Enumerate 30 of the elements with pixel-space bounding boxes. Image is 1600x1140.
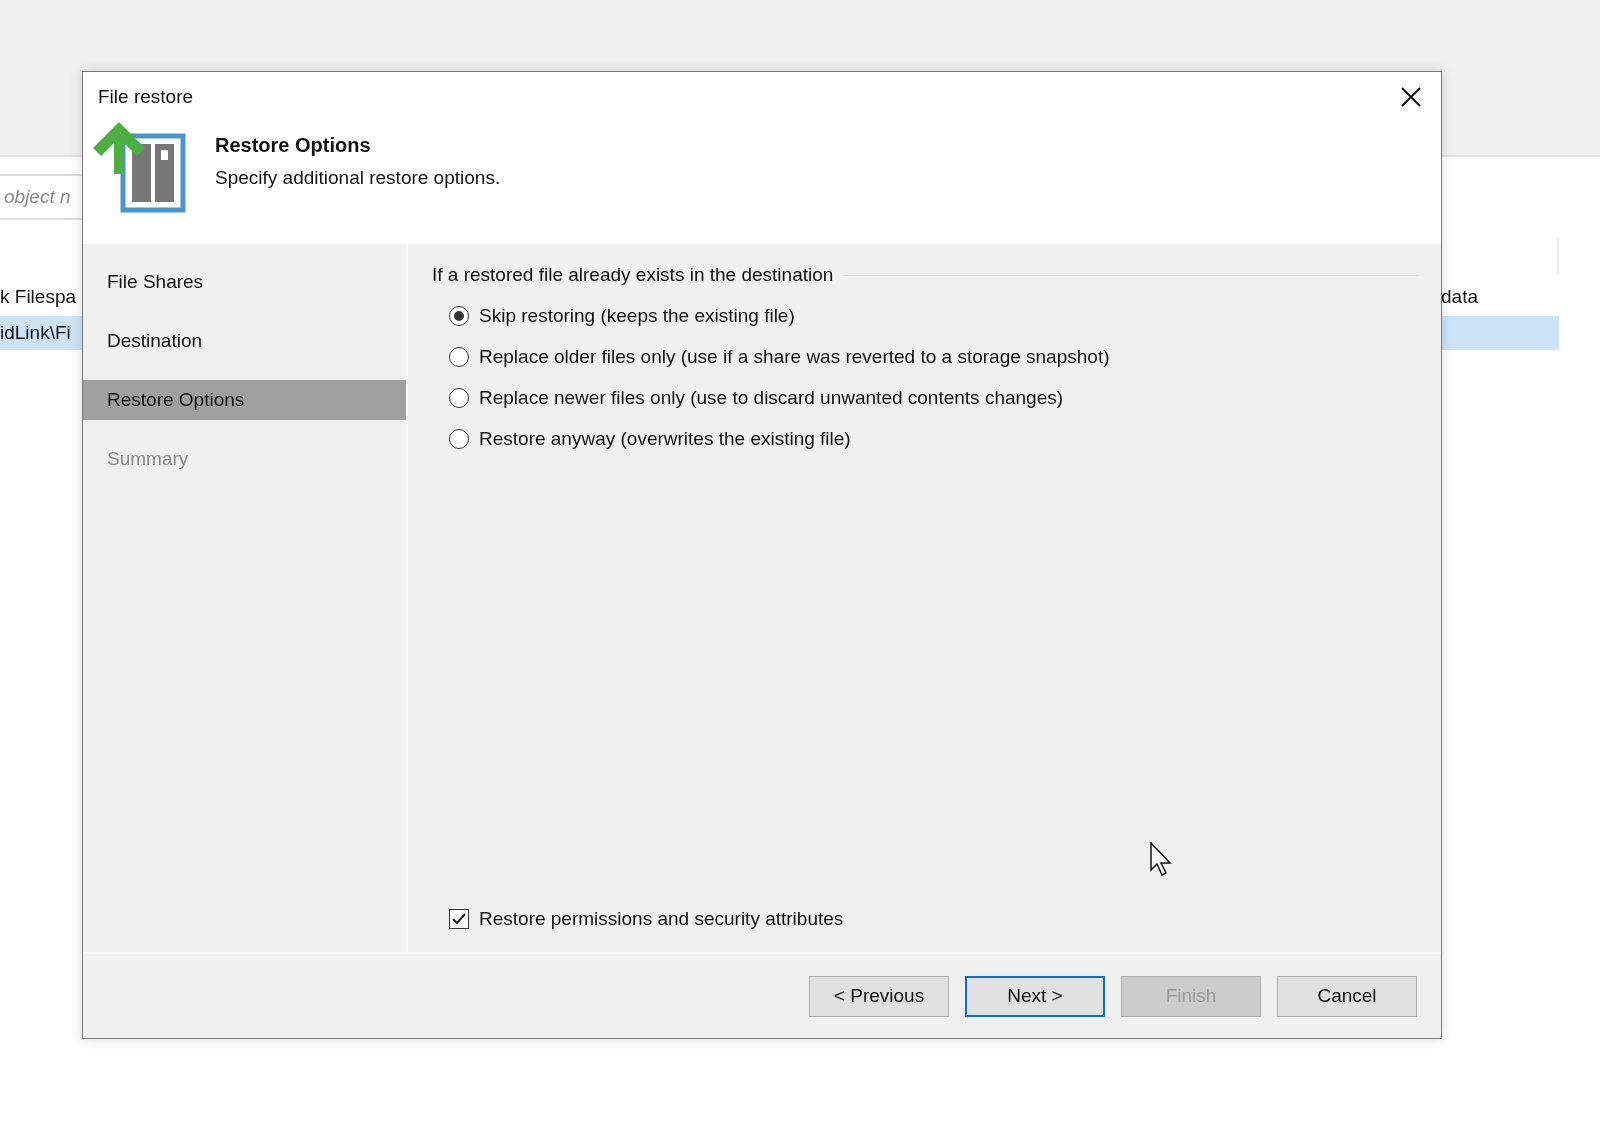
row-text: idLink\Fi xyxy=(0,322,71,344)
list-row[interactable]: idLink\Fi xyxy=(0,316,82,350)
option-label: Restore anyway (overwrites the existing file) xyxy=(479,428,851,450)
row-text: data xyxy=(1441,286,1478,308)
checkbox-label: Restore permissions and security attributes xyxy=(479,908,844,930)
row-text: k Filespa xyxy=(0,286,77,308)
option-label: Skip restoring (keeps the existing file) xyxy=(479,305,795,327)
restore-server-icon xyxy=(93,122,189,214)
wizard-button[interactable]: < Previous xyxy=(809,975,949,1017)
wizard-button[interactable]: Cancel xyxy=(1277,975,1417,1017)
close-icon xyxy=(1401,87,1421,107)
wizard-step[interactable]: File Shares xyxy=(83,262,406,302)
window-title: File restore xyxy=(98,86,194,108)
radio-button[interactable] xyxy=(449,388,469,408)
option-label: Replace older files only (use if a share was reverted to a storage snapshot) xyxy=(479,346,1110,368)
wizard-step[interactable]: Destination xyxy=(83,321,406,361)
wizard-button[interactable]: Next > xyxy=(965,975,1105,1017)
radio-button[interactable] xyxy=(449,306,469,326)
group-label: If a restored file already exists in the destination xyxy=(432,264,834,286)
radio-button[interactable] xyxy=(449,429,469,449)
mouse-pointer-icon xyxy=(1150,842,1174,878)
option-label: Replace newer files only (use to discard unwanted contents changes) xyxy=(479,387,1064,409)
radio-button[interactable] xyxy=(449,347,469,367)
search-field[interactable]: object n xyxy=(0,174,82,220)
list-row[interactable]: k Filespa xyxy=(0,280,82,314)
page-title: Restore Options xyxy=(215,134,372,157)
checkbox[interactable] xyxy=(449,909,469,929)
list-row[interactable]: data xyxy=(1441,280,1559,314)
page-subtitle: Specify additional restore options. xyxy=(215,167,501,189)
wizard-step[interactable]: Restore Options xyxy=(83,380,406,420)
